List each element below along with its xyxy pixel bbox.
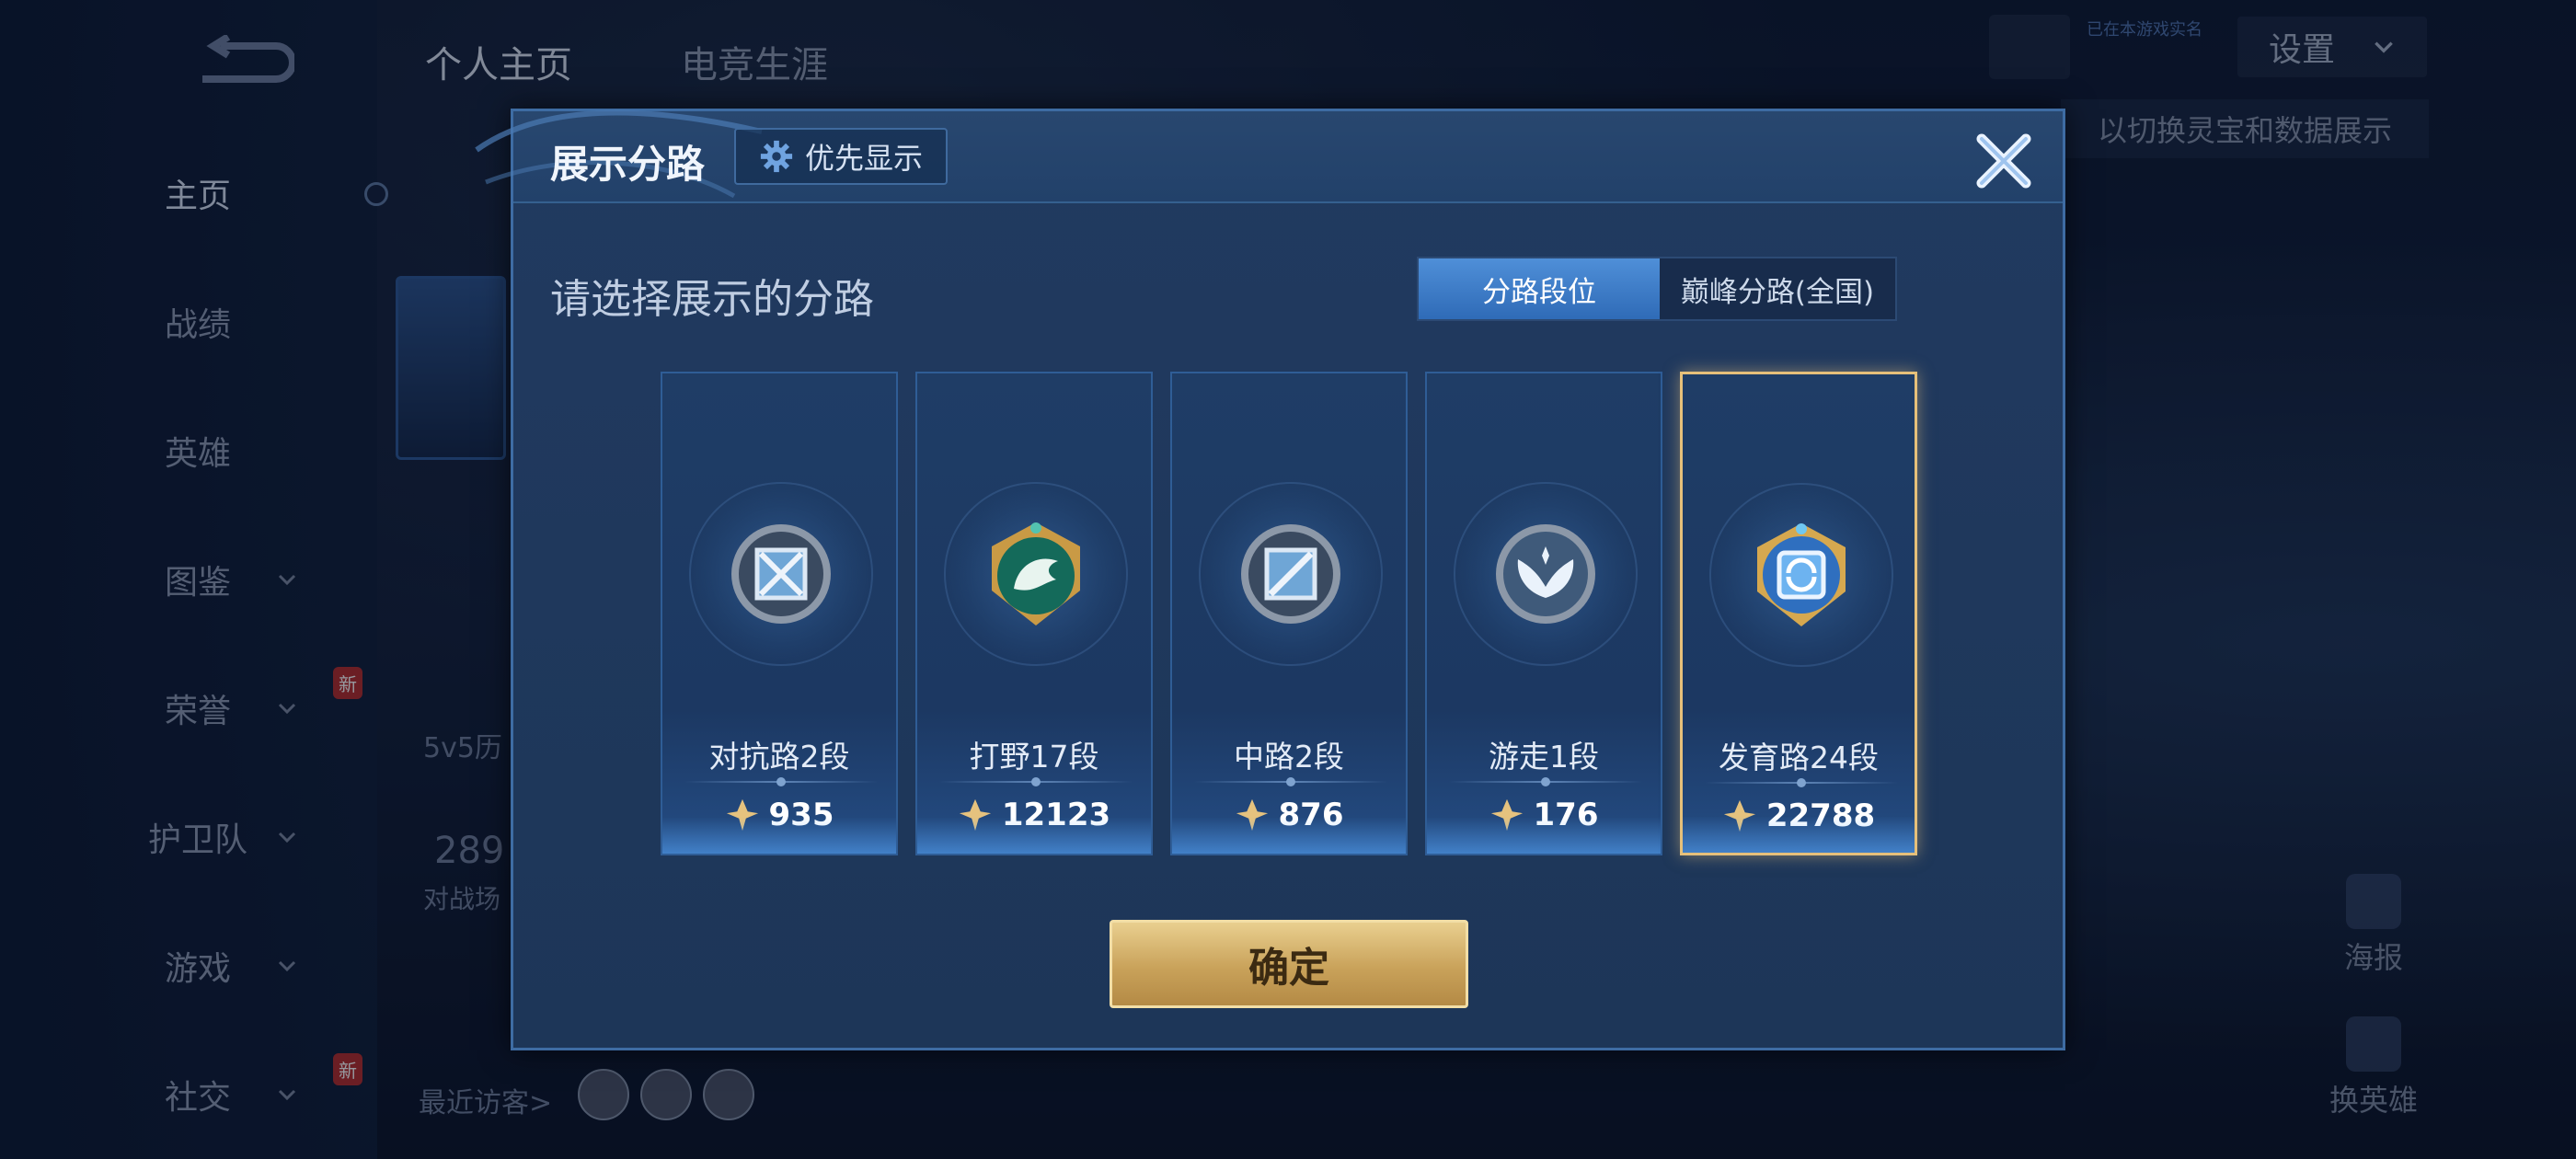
lane-card-list: 对抗路2段 935 打野17段 12123 中路2段 876 游走1段 176 … [661,372,1923,859]
confirm-button[interactable]: 确定 [1110,920,1468,1008]
lane-score-value: 876 [1278,797,1344,833]
dialog-title: 展示分路 [550,142,706,187]
lane-card-farm[interactable]: 发育路24段 22788 [1680,372,1917,855]
divider [684,777,878,786]
priority-display-label: 优先显示 [804,141,923,176]
lane-card-mid[interactable]: 中路2段 876 [1170,372,1408,855]
lane-card-roam[interactable]: 游走1段 176 [1425,372,1662,855]
close-icon[interactable] [1967,124,2041,198]
power-icon [1723,799,1755,832]
power-icon [959,798,991,832]
dialog-header: 展示分路 优先显示 [475,109,2063,203]
lane-display-dialog: 展示分路 优先显示 请选择展示的分路 分路段位 巅峰分路(全国) 对抗路2段 9… [475,109,2065,1050]
lane-label: 发育路24段 [1719,740,1879,775]
power-icon [726,798,758,832]
lane-score-value: 935 [768,797,834,833]
farm-lane-emblem-icon [1757,523,1846,626]
roam-wings-emblem-icon [1496,524,1595,624]
power-icon [1490,798,1523,832]
priority-display-button[interactable]: 优先显示 [734,128,948,185]
jungle-dragon-emblem-icon [992,522,1080,625]
lane-card-clash[interactable]: 对抗路2段 935 [661,372,898,855]
divider [1449,777,1642,786]
lane-score-value: 12123 [1001,797,1111,833]
dialog-subtitle: 请选择展示的分路 [550,276,874,323]
lane-label: 打野17段 [969,739,1099,775]
lane-mode-toggle: 分路段位 巅峰分路(全国) [1417,257,1897,321]
lane-score-value: 176 [1533,797,1599,833]
lane-score: 876 [1172,797,1406,833]
lane-score: 935 [662,797,896,833]
divider [1194,777,1387,786]
lane-score: 22788 [1683,798,1915,834]
power-icon [1236,798,1268,832]
clash-lane-emblem-icon [731,524,831,624]
gear-icon [760,140,793,173]
tab-peak-lane-national[interactable]: 巅峰分路(全国) [1660,258,1895,319]
lane-label: 对抗路2段 [708,739,850,775]
lane-card-jungle[interactable]: 打野17段 12123 [915,372,1153,855]
divider [1705,778,1898,787]
lane-score-value: 22788 [1765,798,1876,834]
mid-lane-emblem-icon [1241,524,1340,624]
tab-lane-rank[interactable]: 分路段位 [1419,258,1660,319]
divider [939,777,1133,786]
lane-score: 176 [1427,797,1661,833]
lane-label: 游走1段 [1489,739,1599,775]
lane-score: 12123 [917,797,1151,833]
lane-label: 中路2段 [1234,739,1344,775]
